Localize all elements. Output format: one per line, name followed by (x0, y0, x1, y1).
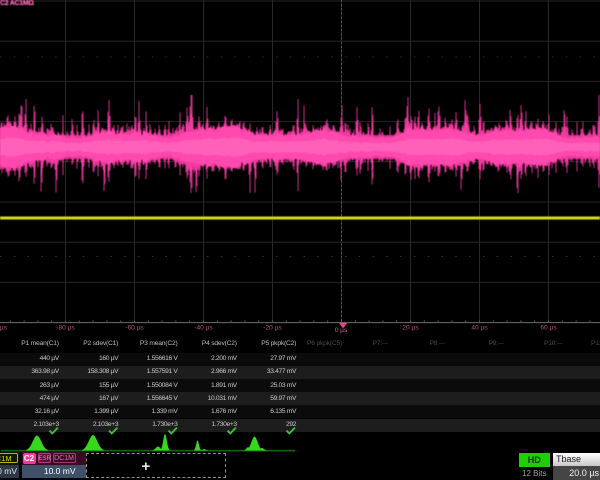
svg-text:-40 µs: -40 µs (194, 324, 213, 331)
svg-text:20 µs: 20 µs (402, 324, 419, 331)
svg-text:-100 µs: -100 µs (0, 324, 8, 331)
svg-text:-60 µs: -60 µs (125, 324, 144, 331)
svg-text:60 µs: 60 µs (540, 324, 557, 331)
svg-text:-80 µs: -80 µs (56, 324, 75, 331)
svg-text:-20 µs: -20 µs (263, 324, 282, 331)
svg-text:0 µs: 0 µs (335, 327, 348, 334)
svg-text:40 µs: 40 µs (471, 324, 488, 331)
